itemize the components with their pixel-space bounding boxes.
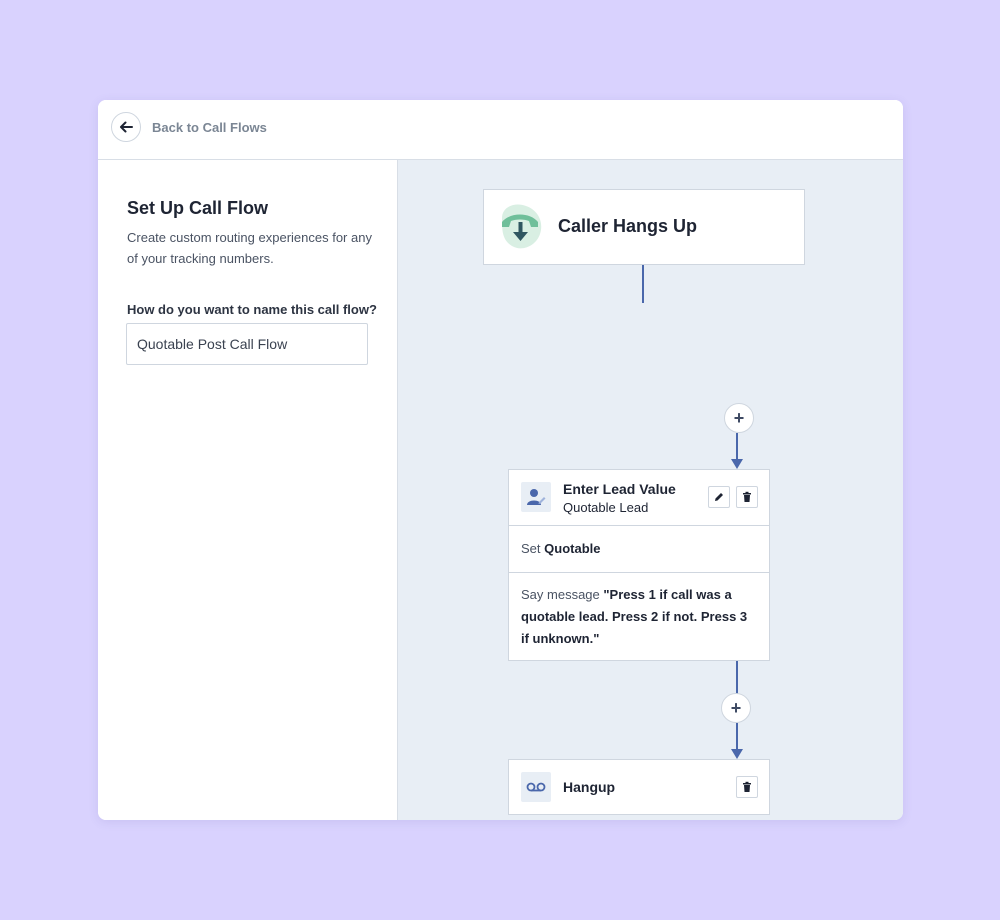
- setup-panel: Set Up Call Flow Create custom routing e…: [98, 160, 398, 820]
- page-description: Create custom routing experiences for an…: [127, 230, 372, 266]
- action-value: Quotable: [544, 541, 601, 556]
- start-node-title: Caller Hangs Up: [558, 216, 698, 236]
- connector-line: [736, 723, 738, 750]
- message-prefix: Say message: [521, 587, 600, 602]
- flow-canvas: Caller Hangs Up + Enter Lead Value Quota…: [398, 160, 903, 820]
- add-step-button[interactable]: +: [724, 403, 754, 433]
- connector-arrow: [731, 749, 743, 759]
- step-message-row: Say message "Press 1 if call was a quota…: [509, 573, 769, 662]
- action-prefix: Set: [521, 541, 541, 556]
- flow-name-input[interactable]: [126, 323, 368, 365]
- pencil-icon: [715, 493, 723, 501]
- back-button[interactable]: [111, 112, 141, 142]
- page-title: Set Up Call Flow: [127, 198, 269, 218]
- step-header: Enter Lead Value Quotable Lead: [509, 470, 769, 526]
- edit-button[interactable]: [708, 486, 730, 508]
- arrow-left-icon: [120, 121, 133, 133]
- trash-icon: [743, 491, 751, 502]
- voicemail-icon: [521, 772, 551, 802]
- phone-hangup-icon: [496, 200, 546, 257]
- connector-line: [642, 265, 644, 303]
- trash-icon: [743, 781, 751, 792]
- connector-line: [736, 433, 738, 459]
- back-link[interactable]: Back to Call Flows: [152, 120, 267, 135]
- step-card-enter-lead-value[interactable]: Enter Lead Value Quotable Lead Set Quota…: [508, 469, 770, 661]
- step-title: Enter Lead Value: [563, 481, 676, 497]
- connector-line: [736, 661, 738, 695]
- step-title: Hangup: [563, 779, 616, 795]
- delete-button[interactable]: [736, 776, 758, 798]
- call-flow-window: Back to Call Flows Set Up Call Flow Crea…: [98, 100, 903, 820]
- step-header: Hangup: [509, 760, 769, 815]
- connector-arrow: [731, 459, 743, 469]
- step-card-hangup[interactable]: Hangup: [508, 759, 770, 815]
- top-bar: Back to Call Flows: [98, 100, 903, 160]
- flow-name-label: How do you want to name this call flow?: [127, 302, 377, 317]
- step-action-row: Set Quotable: [509, 526, 769, 573]
- delete-button[interactable]: [736, 486, 758, 508]
- start-node[interactable]: Caller Hangs Up: [483, 189, 805, 265]
- add-step-button[interactable]: +: [721, 693, 751, 723]
- step-subtitle: Quotable Lead: [563, 500, 649, 515]
- user-edit-icon: [521, 482, 551, 512]
